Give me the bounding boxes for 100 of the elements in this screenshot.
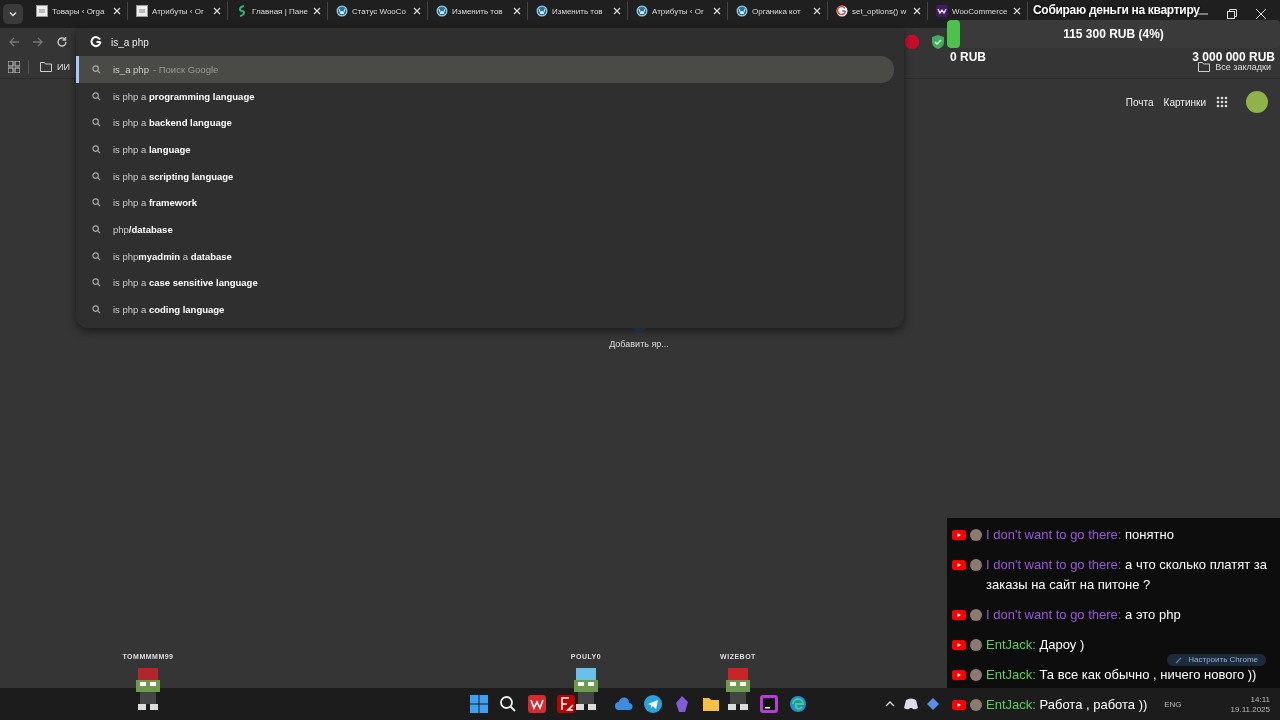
search-icon: [92, 224, 101, 234]
folder-icon: [40, 62, 52, 72]
tab-title: Товары ‹ Orga: [52, 6, 106, 16]
suggestion-item[interactable]: is php a programming language: [76, 82, 894, 110]
wordpress-icon: [436, 5, 448, 17]
search-icon: [92, 144, 101, 154]
youtube-icon: [952, 530, 966, 540]
close-icon[interactable]: [713, 7, 721, 15]
apps-grid-icon[interactable]: [1216, 96, 1228, 108]
browser-tab[interactable]: Атрибуты ‹ Or: [628, 2, 728, 20]
chat-message: EntJack: Работа , работа )): [986, 696, 1148, 714]
donation-goal-title: Собираю деньги на квартиру: [1033, 3, 1200, 17]
browser-tab[interactable]: Органика кот: [728, 2, 828, 20]
woo-icon: [936, 5, 948, 17]
browser-tab[interactable]: Атрибуты ‹ Or: [128, 2, 228, 20]
tab-title: Органика кот: [752, 6, 802, 16]
chat-message: EntJack: Дароу ): [986, 636, 1085, 654]
diamond-icon[interactable]: [927, 698, 939, 710]
close-icon[interactable]: [213, 7, 221, 15]
search-icon: [92, 64, 101, 74]
wordpress-icon: [736, 5, 748, 17]
browser-tab[interactable]: Изменить тов: [428, 2, 528, 20]
google-g-icon: [90, 36, 102, 48]
search-icon: [92, 198, 101, 208]
browser-tab[interactable]: set_options() w: [828, 2, 928, 20]
browser-tab[interactable]: Товары ‹ Orga: [28, 2, 128, 20]
windows-start-icon[interactable]: [470, 695, 488, 713]
reload-icon[interactable]: [56, 36, 68, 48]
input-language[interactable]: ENG: [1164, 699, 1182, 709]
youtube-icon: [952, 700, 966, 710]
apps-grid-icon[interactable]: [8, 61, 20, 73]
search-icon: [92, 305, 101, 315]
youtube-icon: [952, 610, 966, 620]
edge-icon[interactable]: [789, 695, 807, 713]
raised-amount: 115 300 RUB (4%): [1063, 27, 1164, 41]
close-icon[interactable]: [1013, 7, 1021, 15]
browser-tab[interactable]: Изменить тов: [528, 2, 628, 20]
google-link[interactable]: Почта: [1125, 96, 1154, 108]
browser-tab[interactable]: Главная | Пане: [228, 2, 328, 20]
suggestion-item[interactable]: is php a case sensitive language: [76, 269, 894, 297]
close-icon[interactable]: [813, 7, 821, 15]
page-favicon-icon: [136, 5, 148, 17]
close-icon[interactable]: [913, 7, 921, 15]
folder-icon[interactable]: [702, 695, 720, 713]
tab-title: Атрибуты ‹ Or: [652, 6, 705, 16]
wordpress-icon: [336, 5, 348, 17]
forward-icon[interactable]: [32, 36, 44, 48]
youtube-icon: [952, 670, 966, 680]
suggestion-item[interactable]: is php a language: [76, 136, 894, 163]
suggestion-item[interactable]: is_a php - Поиск Google: [76, 56, 894, 83]
filezilla-icon[interactable]: [557, 695, 575, 713]
wordpress-icon: [636, 5, 648, 17]
tab-search-button[interactable]: [3, 4, 23, 24]
chevron-up-icon[interactable]: [885, 699, 895, 709]
browser-tab[interactable]: Статус WooCo: [328, 2, 428, 20]
suggestion-item[interactable]: is php a coding language: [76, 296, 894, 323]
wordpress-icon: [536, 5, 548, 17]
wps-icon[interactable]: [528, 695, 546, 713]
clock[interactable]: 14:11 19.11.2025: [1230, 694, 1270, 714]
tab-title: WooCommerce: [952, 6, 1009, 16]
suggestion-item[interactable]: is php a backend language: [76, 109, 894, 137]
telegram-icon[interactable]: [644, 695, 662, 713]
cloud-icon[interactable]: [615, 695, 633, 713]
bookmark-folder[interactable]: ИИ: [37, 62, 73, 72]
shield-icon[interactable]: [931, 35, 945, 49]
google-link[interactable]: Картинки: [1163, 96, 1206, 108]
search-icon: [92, 171, 101, 181]
close-icon[interactable]: [413, 7, 421, 15]
discord-icon[interactable]: [904, 698, 918, 710]
chat-message: I don't want to go there: а что сколько платят за заказы на сайт на питоне ?: [986, 556, 1268, 594]
suggestion-item[interactable]: is php a scripting language: [76, 162, 894, 190]
tab-title: Атрибуты ‹ Or: [152, 6, 205, 16]
goal-min-label: 0 RUB: [950, 50, 986, 64]
all-bookmarks-button[interactable]: Все закладки: [1195, 62, 1274, 72]
close-icon[interactable]: [513, 7, 521, 15]
address-field[interactable]: is_a php: [111, 36, 411, 48]
google-icon: [836, 5, 848, 17]
search-icon: [92, 118, 101, 128]
close-icon[interactable]: [113, 7, 121, 15]
suggestion-item[interactable]: php/database: [76, 216, 894, 243]
obsidian-icon[interactable]: [673, 695, 691, 713]
chat-message: I don't want to go there: а это php: [986, 606, 1181, 624]
pycharm-icon[interactable]: [760, 695, 778, 713]
close-icon[interactable]: [313, 7, 321, 15]
search-icon: [92, 278, 101, 288]
chevron-down-icon: [8, 9, 18, 19]
close-icon[interactable]: [1256, 9, 1266, 19]
chat-message: I don't want to go there: понятно: [986, 526, 1174, 544]
search-icon: [92, 251, 101, 261]
back-icon[interactable]: [8, 36, 20, 48]
close-icon[interactable]: [613, 7, 621, 15]
restore-icon[interactable]: [1227, 9, 1237, 19]
folder-icon: [1198, 62, 1211, 72]
youtube-icon: [952, 640, 966, 650]
suggestion-item[interactable]: is phpmyadmin a database: [76, 242, 894, 270]
customize-chrome-button[interactable]: Настроить Chrome: [1167, 654, 1266, 666]
account-avatar[interactable]: [1246, 91, 1268, 113]
search-icon[interactable]: [499, 695, 517, 713]
suggestion-item[interactable]: is php a framework: [76, 189, 894, 217]
tab-title: Статус WooCo: [352, 6, 408, 16]
